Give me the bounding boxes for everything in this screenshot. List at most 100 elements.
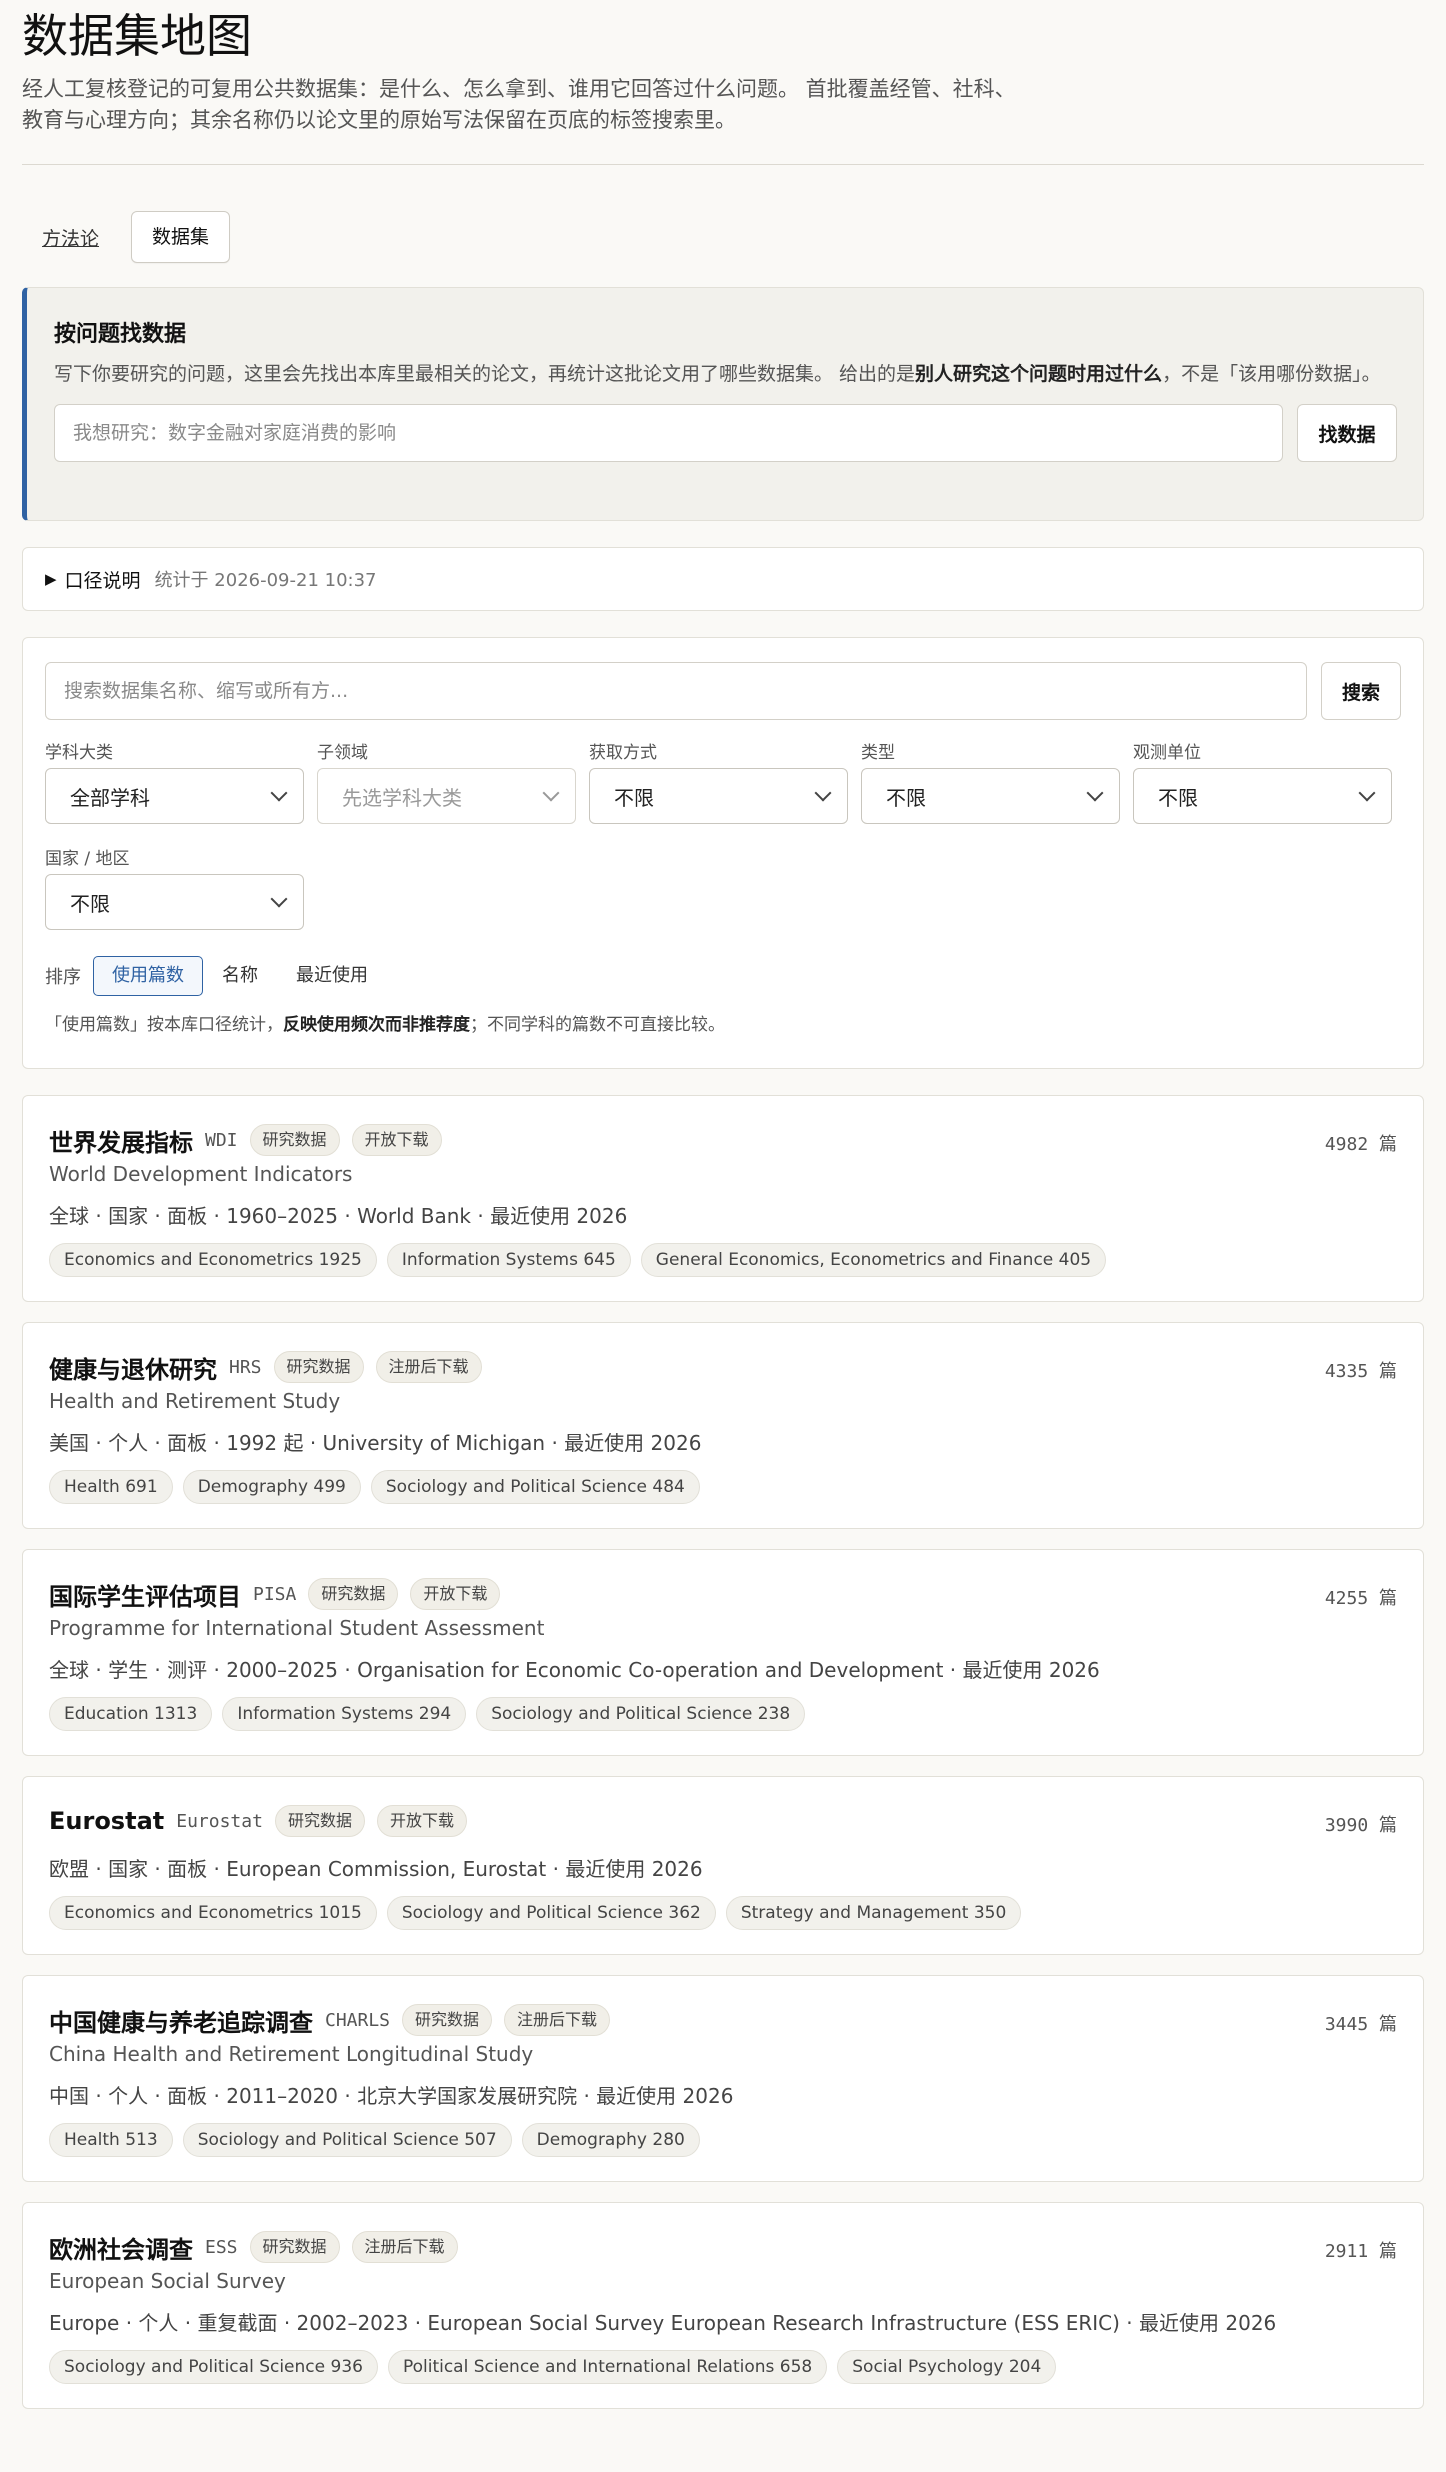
- ask-title: 按问题找数据: [54, 322, 187, 347]
- subject-tag[interactable]: Information Systems 645: [386, 1243, 631, 1277]
- dataset-abbr: CHARLS: [325, 2009, 391, 2031]
- dataset-meta: 美国 · 个人 · 面板 · 1992 起 · University of Mi…: [49, 1431, 702, 1455]
- ask-desc-emphasis: 别人研究这个问题时用过什么: [915, 363, 1163, 385]
- subject-tag[interactable]: Sociology and Political Science 484: [370, 1470, 700, 1504]
- select-value: 先选学科大类: [342, 785, 462, 810]
- dataset-search-input[interactable]: [45, 662, 1307, 720]
- subject-tag[interactable]: Economics and Econometrics 1925: [49, 1243, 377, 1277]
- dataset-card[interactable]: 世界发展指标 WDI 研究数据 开放下载 4982 篇 World Develo…: [22, 1095, 1424, 1302]
- search-button[interactable]: 搜索: [1321, 662, 1401, 720]
- sort-label: 排序: [45, 967, 81, 988]
- chevron-down-icon: [270, 890, 288, 908]
- dataset-access-badge: 注册后下载: [351, 2231, 458, 2263]
- divider: [22, 164, 1424, 165]
- dataset-english-name: Programme for International Student Asse…: [49, 1616, 545, 1640]
- subject-tag[interactable]: Strategy and Management 350: [725, 1896, 1022, 1930]
- sort-by-recent[interactable]: 最近使用: [277, 956, 387, 996]
- usage-count: 4982 篇: [1324, 1134, 1397, 1155]
- select-value: 不限: [1158, 785, 1198, 810]
- dataset-english-name: European Social Survey: [49, 2269, 286, 2293]
- sort-note-emphasis: 反映使用频次而非推荐度: [283, 1015, 470, 1035]
- type-select[interactable]: 不限: [861, 768, 1120, 824]
- subfield-select[interactable]: 先选学科大类: [317, 768, 576, 824]
- dataset-header: 世界发展指标 WDI 研究数据 开放下载: [49, 1122, 1397, 1158]
- dataset-name[interactable]: Eurostat: [49, 1807, 164, 1835]
- subject-tag[interactable]: Education 1313: [49, 1697, 213, 1731]
- dataset-card[interactable]: 国际学生评估项目 PISA 研究数据 开放下载 4255 篇 Programme…: [22, 1549, 1424, 1756]
- question-input[interactable]: [54, 404, 1283, 462]
- dataset-name[interactable]: 欧洲社会调查: [49, 2230, 193, 2265]
- dataset-abbr: ESS: [205, 2236, 238, 2258]
- dataset-card[interactable]: 中国健康与养老追踪调查 CHARLS 研究数据 注册后下载 3445 篇 Chi…: [22, 1975, 1424, 2182]
- dataset-abbr: Eurostat: [176, 1810, 263, 1832]
- dataset-card[interactable]: Eurostat Eurostat 研究数据 开放下载 3990 篇 欧盟 · …: [22, 1776, 1424, 1955]
- dataset-name[interactable]: 国际学生评估项目: [49, 1577, 241, 1612]
- chevron-down-icon: [1358, 784, 1376, 802]
- dataset-header: 健康与退休研究 HRS 研究数据 注册后下载: [49, 1349, 1397, 1385]
- tab-datasets[interactable]: 数据集: [131, 211, 231, 263]
- dataset-header: 中国健康与养老追踪调查 CHARLS 研究数据 注册后下载: [49, 2002, 1397, 2038]
- filter-panel: 搜索 学科大类 全部学科 子领域 先选学科大类 获取方式 不限 类型 不限 观测…: [22, 637, 1424, 1069]
- ask-desc-text-end: ，不是「该用哪份数据」。: [1162, 363, 1381, 385]
- dataset-name[interactable]: 世界发展指标: [49, 1123, 193, 1158]
- dataset-access-badge: 开放下载: [351, 1124, 442, 1156]
- subject-tag[interactable]: Health 513: [49, 2123, 173, 2157]
- subject-tag[interactable]: Economics and Econometrics 1015: [49, 1896, 377, 1930]
- sort-note: 「使用篇数」按本库口径统计，反映使用频次而非推荐度；不同学科的篇数不可直接比较。: [45, 1010, 1401, 1035]
- subject-tag[interactable]: Social Psychology 204: [837, 2350, 1057, 2384]
- dataset-name[interactable]: 健康与退休研究: [49, 1350, 217, 1385]
- dataset-tags: Health 691 Demography 499 Sociology and Po…: [49, 1470, 1397, 1504]
- subject-tag[interactable]: Health 691: [49, 1470, 173, 1504]
- filter-label: 子领域: [317, 743, 368, 763]
- subject-tag[interactable]: Sociology and Political Science 936: [49, 2350, 378, 2384]
- tab-bar: 方法论 数据集: [22, 211, 1424, 263]
- filter-label: 类型: [861, 743, 895, 763]
- chevron-down-icon: [1086, 784, 1104, 802]
- select-value: 不限: [886, 785, 926, 810]
- subject-tag[interactable]: Demography 499: [182, 1470, 361, 1504]
- dataset-english-name: World Development Indicators: [49, 1162, 353, 1186]
- unit-select[interactable]: 不限: [1133, 768, 1392, 824]
- dataset-meta: 全球 · 学生 · 测评 · 2000–2025 · Organisation …: [49, 1658, 1100, 1682]
- subject-tag[interactable]: Demography 280: [521, 2123, 700, 2157]
- filter-label: 学科大类: [45, 743, 113, 763]
- dataset-name[interactable]: 中国健康与养老追踪调查: [49, 2003, 313, 2038]
- select-value: 全部学科: [70, 785, 150, 810]
- methodology-note-toggle[interactable]: ▶ 口径说明 统计于 2026-09-21 10:37: [22, 547, 1424, 611]
- sort-row: 排序 使用篇数 名称 最近使用: [45, 956, 1401, 996]
- select-value: 不限: [614, 785, 654, 810]
- usage-count: 3990 篇: [1324, 1815, 1397, 1836]
- find-data-button[interactable]: 找数据: [1297, 404, 1397, 462]
- dataset-card[interactable]: 健康与退休研究 HRS 研究数据 注册后下载 4335 篇 Health and…: [22, 1322, 1424, 1529]
- page-intro: 经人工复核登记的可复用公共数据集：是什么、怎么拿到、谁用它回答过什么问题。 首批…: [22, 77, 1016, 132]
- access-select[interactable]: 不限: [589, 768, 848, 824]
- note-label: 口径说明: [64, 569, 141, 592]
- subject-tag[interactable]: Sociology and Political Science 507: [182, 2123, 512, 2157]
- subject-tag[interactable]: Sociology and Political Science 362: [386, 1896, 716, 1930]
- tab-methodology[interactable]: 方法论: [22, 224, 119, 251]
- search-row: 搜索: [45, 662, 1401, 720]
- page: 数据集地图 经人工复核登记的可复用公共数据集：是什么、怎么拿到、谁用它回答过什么…: [0, 0, 1446, 2409]
- sort-by-usage[interactable]: 使用篇数: [93, 956, 203, 996]
- sort-by-name[interactable]: 名称: [203, 956, 277, 996]
- dataset-card[interactable]: 欧洲社会调查 ESS 研究数据 注册后下载 2911 篇 European So…: [22, 2202, 1424, 2409]
- subject-tag[interactable]: Sociology and Political Science 238: [476, 1697, 806, 1731]
- dataset-type-badge: 研究数据: [308, 1578, 399, 1610]
- filter-grid: 学科大类 全部学科 子领域 先选学科大类 获取方式 不限 类型 不限 观测单位 …: [45, 738, 1401, 824]
- subject-tag[interactable]: Information Systems 294: [222, 1697, 467, 1731]
- chevron-down-icon: [814, 784, 832, 802]
- discipline-select[interactable]: 全部学科: [45, 768, 304, 824]
- dataset-header: Eurostat Eurostat 研究数据 开放下载: [49, 1803, 1397, 1839]
- dataset-access-badge: 注册后下载: [504, 2004, 611, 2036]
- ask-row: 找数据: [54, 404, 1397, 462]
- usage-count: 2911 篇: [1324, 2241, 1397, 2262]
- dataset-header: 国际学生评估项目 PISA 研究数据 开放下载: [49, 1576, 1397, 1612]
- dataset-abbr: WDI: [205, 1129, 238, 1151]
- subject-tag[interactable]: General Economics, Econometrics and Fina…: [640, 1243, 1107, 1277]
- dataset-english-name: China Health and Retirement Longitudinal…: [49, 2042, 534, 2066]
- chevron-down-icon: [270, 784, 288, 802]
- dataset-access-badge: 开放下载: [376, 1805, 467, 1837]
- country-select[interactable]: 不限: [45, 874, 304, 930]
- dataset-access-badge: 注册后下载: [375, 1351, 482, 1383]
- subject-tag[interactable]: Political Science and International Rela…: [387, 2350, 828, 2384]
